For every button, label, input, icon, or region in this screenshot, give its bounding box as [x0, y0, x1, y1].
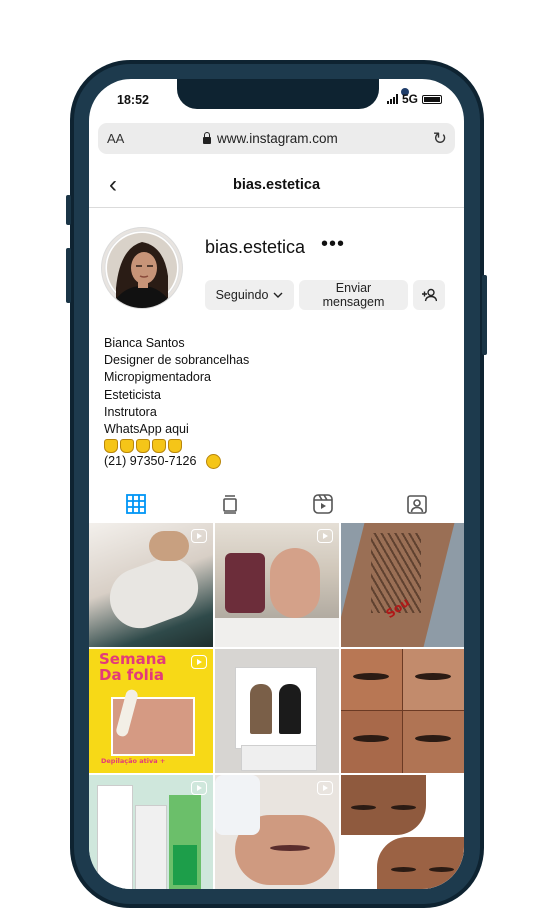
url-field[interactable]: www.instagram.com [203, 131, 338, 146]
profile-header: ‹ bias.estetica [89, 165, 464, 208]
reel-icon [317, 781, 333, 795]
bio-line: Instrutora [104, 404, 157, 419]
tab-posts[interactable] [89, 485, 183, 523]
tab-tagged[interactable] [370, 485, 464, 523]
network-label: 5G [401, 92, 418, 106]
reel-icon [191, 655, 207, 669]
suggest-accounts-button[interactable] [413, 280, 445, 310]
message-label-line2: mensagem [322, 295, 385, 309]
tagged-icon [407, 495, 427, 514]
bio-name: Bianca Santos [104, 336, 185, 350]
post-thumbnail[interactable] [215, 649, 339, 773]
reel-icon [317, 529, 333, 543]
hand-emoji-icon [104, 439, 118, 454]
post-thumbnail[interactable]: Sou [341, 523, 464, 647]
header-title: bias.estetica [232, 177, 321, 193]
bio-line: Esteticista [104, 387, 161, 402]
following-button[interactable]: Seguindo [205, 280, 294, 310]
post-thumbnail[interactable] [215, 775, 339, 889]
send-message-button[interactable]: Enviar mensagem [299, 280, 408, 310]
post-thumbnail[interactable] [341, 649, 464, 773]
message-label-line1: Enviar [335, 281, 372, 295]
signal-icon [386, 94, 398, 104]
igtv-icon [222, 495, 237, 514]
bio-line: WhatsApp aqui [104, 422, 189, 437]
bio-line: Micropigmentadora [104, 370, 211, 385]
status-icons: 5G [386, 92, 442, 106]
profile-username: bias.estetica [205, 237, 306, 257]
battery-icon [422, 94, 442, 104]
reload-icon[interactable]: ↻ [433, 129, 447, 149]
avatar-image [104, 230, 180, 308]
post-thumbnail[interactable] [215, 523, 339, 647]
post-thumbnail[interactable] [341, 775, 464, 889]
status-time: 18:52 [117, 93, 149, 107]
hand-emoji-icon [136, 439, 150, 454]
side-button-left-1 [66, 195, 71, 225]
reel-icon [191, 781, 207, 795]
lock-icon [203, 131, 211, 144]
grid-icon [125, 493, 146, 514]
reels-icon [313, 494, 334, 514]
profile-tabs [89, 485, 464, 523]
side-button-left-2 [66, 248, 71, 303]
post-thumbnail[interactable]: Semana Da folia Depilação ativa + [89, 649, 213, 773]
tab-igtv[interactable] [183, 485, 277, 523]
notch [177, 79, 409, 109]
reader-aa-button[interactable]: AA [107, 131, 124, 146]
reel-icon [191, 529, 207, 543]
post-thumbnail[interactable] [89, 523, 213, 647]
chevron-down-icon [273, 292, 283, 298]
post-caption: Semana Da folia [99, 650, 167, 684]
post-subcaption: Depilação ativa + [101, 757, 166, 765]
more-options-icon[interactable]: ••• [321, 233, 345, 256]
bio-line: Designer de sobrancelhas [104, 353, 250, 368]
smile-emoji-icon [205, 454, 221, 470]
browser-url-bar[interactable]: AA www.instagram.com ↻ [98, 123, 455, 154]
following-label: Seguindo [215, 288, 269, 302]
hand-emoji-icon [120, 439, 134, 454]
hand-emoji-icon [168, 439, 182, 454]
bio-phone[interactable]: (21) 97350-7126 [104, 454, 196, 468]
hand-emoji-icon [152, 439, 166, 454]
avatar[interactable] [101, 227, 183, 309]
url-text: www.instagram.com [217, 131, 338, 146]
post-thumbnail[interactable] [89, 775, 213, 889]
profile-bio: Bianca Santos Designer de sobrancelhas M… [104, 335, 249, 470]
pointing-hands-emoji [104, 439, 249, 454]
posts-grid: Sou Semana Da folia Depilação ativa + [89, 523, 464, 889]
tab-reels[interactable] [277, 485, 371, 523]
add-person-icon [422, 288, 437, 302]
screen: 18:52 5G AA www.instagram.com ↻ ‹ bias.e… [89, 79, 464, 889]
side-button-right [482, 275, 487, 355]
